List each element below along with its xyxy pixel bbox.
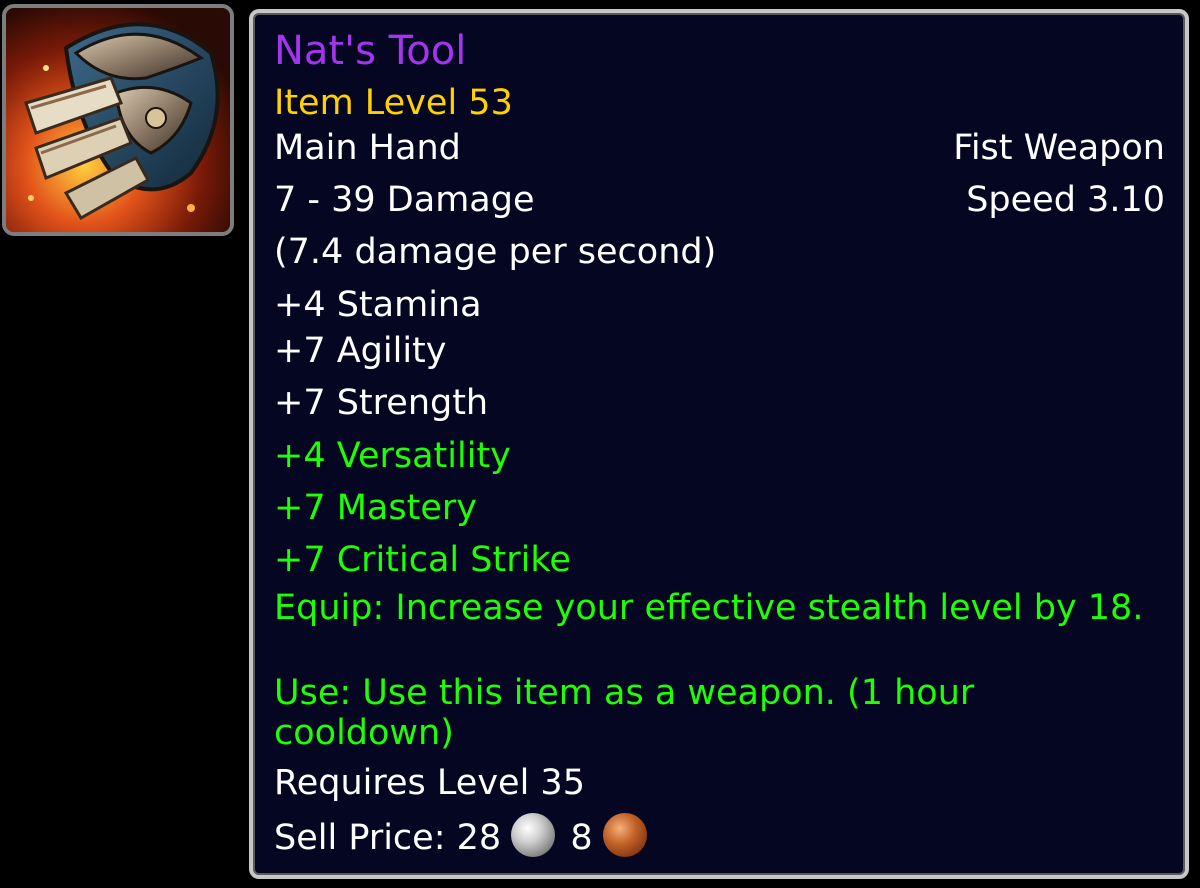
item-damage: 7 - 39 Damage <box>274 180 535 220</box>
use-effect: Use: Use this item as a weapon. (1 hour … <box>274 673 975 753</box>
stat-mastery: +7 Mastery <box>274 488 477 528</box>
stat-stamina: +4 Stamina <box>274 285 482 325</box>
stat-agility: +7 Agility <box>274 331 447 371</box>
item-level: Item Level 53 <box>274 83 513 123</box>
item-type: Fist Weapon <box>953 128 1165 168</box>
stat-versatility: +4 Versatility <box>274 436 511 476</box>
damage-row: 7 - 39 Damage Speed 3.10 <box>274 180 1165 220</box>
item-slot: Main Hand <box>274 128 461 168</box>
copper-coin-icon <box>602 813 647 857</box>
sell-price-label: Sell Price: <box>274 818 446 858</box>
required-level: Requires Level 35 <box>274 763 585 803</box>
stat-strength: +7 Strength <box>274 383 489 423</box>
equip-effect: Equip: Increase your effective stealth l… <box>274 588 1144 628</box>
slot-row: Main Hand Fist Weapon <box>274 128 1165 168</box>
sell-price-copper-amount: 8 <box>570 818 593 858</box>
item-speed: Speed 3.10 <box>966 180 1165 220</box>
stat-critical-strike: +7 Critical Strike <box>274 540 571 580</box>
silver-coin-icon <box>511 813 556 857</box>
item-name: Nat's Tool <box>274 28 467 74</box>
fist-weapon-item-icon <box>2 4 234 236</box>
sell-price-row: Sell Price: 28 8 <box>274 813 1165 861</box>
sell-price-silver-amount: 28 <box>456 818 502 858</box>
item-tooltip: Nat's Tool Item Level 53 Main Hand Fist … <box>249 9 1189 879</box>
item-dps: (7.4 damage per second) <box>274 232 717 272</box>
